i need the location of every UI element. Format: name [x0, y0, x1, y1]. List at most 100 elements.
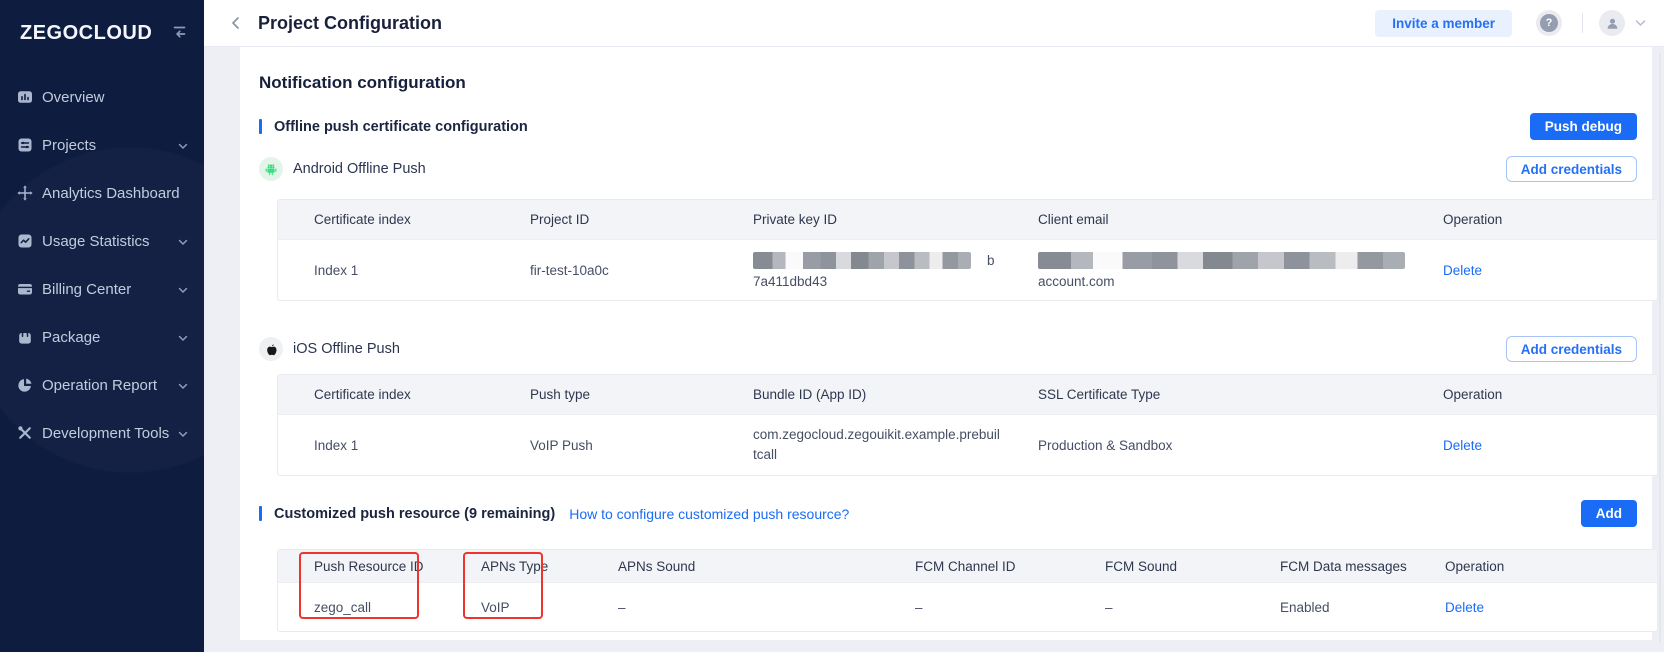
sidebar-item-operation-report[interactable]: Operation Report [0, 361, 204, 409]
sidebar-item-label: Overview [42, 89, 188, 106]
column-header: Certificate index [278, 200, 530, 239]
development-tools-icon [17, 425, 33, 441]
column-header: Bundle ID (App ID) [753, 375, 1038, 414]
column-header: FCM Sound [1105, 550, 1280, 582]
configure-help-link[interactable]: How to configure customized push resourc… [569, 506, 849, 522]
back-icon[interactable] [229, 16, 243, 30]
divider [1582, 13, 1583, 33]
table-row: zego_call VoIP – – – Enabled Delete [278, 582, 1657, 631]
android-offline-push-label: Android Offline Push [293, 161, 426, 177]
billing-center-icon [17, 281, 33, 297]
sidebar-item-label: Billing Center [42, 281, 174, 298]
sidebar-item-label: Operation Report [42, 377, 174, 394]
question-mark-icon: ? [1540, 14, 1558, 32]
sidebar-menu: Overview Projects Analytics Dashboard [0, 73, 204, 457]
android-icon [259, 157, 283, 181]
chevron-down-icon [178, 281, 188, 298]
user-icon [1605, 16, 1620, 31]
private-key-cell: b 7a411dbd43 [753, 239, 1038, 300]
page-title: Project Configuration [258, 13, 442, 34]
sidebar-logo-row: ZEGOCLOUD [0, 0, 204, 45]
chevron-down-icon [178, 233, 188, 250]
help-button[interactable]: ? [1536, 10, 1562, 36]
push-debug-button[interactable]: Push debug [1530, 113, 1637, 140]
column-header: Push type [530, 375, 753, 414]
customized-push-section-title: Customized push resource (9 remaining) [274, 506, 555, 522]
column-header: Push Resource ID [278, 550, 481, 582]
sidebar-item-billing-center[interactable]: Billing Center [0, 265, 204, 313]
column-header: FCM Data messages [1280, 550, 1445, 582]
offline-push-section-title: Offline push certificate configuration [274, 119, 528, 135]
ssl-certificate-type-cell: Production & Sandbox [1038, 414, 1443, 475]
column-header: Certificate index [278, 375, 530, 414]
sidebar-item-package[interactable]: Package [0, 313, 204, 361]
sidebar-item-analytics-dashboard[interactable]: Analytics Dashboard [0, 169, 204, 217]
sidebar-item-projects[interactable]: Projects [0, 121, 204, 169]
add-push-resource-button[interactable]: Add [1581, 500, 1637, 527]
column-header: FCM Channel ID [915, 550, 1105, 582]
notification-configuration-panel: Notification configuration Offline push … [240, 47, 1652, 640]
certificate-index-cell: Index 1 [278, 239, 530, 300]
column-header: APNs Type [481, 550, 618, 582]
ios-offline-push-label: iOS Offline Push [293, 341, 400, 357]
app-root: ZEGOCLOUD Overview Projects [0, 0, 1664, 652]
fcm-channel-id-cell: – [915, 582, 1105, 631]
apple-icon [259, 337, 283, 361]
sidebar-item-development-tools[interactable]: Development Tools [0, 409, 204, 457]
delete-link[interactable]: Delete [1443, 438, 1482, 453]
push-resource-id-cell: zego_call [278, 582, 481, 631]
ios-credentials-table: Certificate index Push type Bundle ID (A… [259, 374, 1637, 476]
zegocloud-logo: ZEGOCLOUD [20, 22, 152, 45]
sidebar-item-label: Analytics Dashboard [42, 185, 188, 202]
certificate-index-cell: Index 1 [278, 414, 530, 475]
chevron-down-icon [178, 425, 188, 442]
top-bar: Project Configuration Invite a member ? [204, 0, 1664, 47]
client-email-cell: account.com [1038, 239, 1443, 300]
android-credentials-table: Certificate index Project ID Private key… [259, 199, 1637, 301]
bundle-id-cell: com.zegocloud.zegouikit.example.prebuilt… [753, 414, 1038, 475]
table-header-row: Certificate index Project ID Private key… [278, 200, 1657, 239]
avatar[interactable] [1599, 10, 1625, 36]
sidebar-collapse-icon[interactable] [171, 23, 188, 44]
project-id-cell: fir-test-10a0c [530, 239, 753, 300]
projects-icon [17, 137, 33, 153]
usage-statistics-icon [17, 233, 33, 249]
apns-type-cell: VoIP [481, 582, 618, 631]
chevron-down-icon [178, 137, 188, 154]
table-header-row: Certificate index Push type Bundle ID (A… [278, 375, 1657, 414]
fcm-sound-cell: – [1105, 582, 1280, 631]
column-header: Project ID [530, 200, 753, 239]
column-header: Operation [1443, 200, 1657, 239]
column-header: APNs Sound [618, 550, 915, 582]
scrollbar[interactable] [1659, 53, 1661, 643]
table-row: Index 1 VoIP Push com.zegocloud.zegouiki… [278, 414, 1657, 475]
push-type-cell: VoIP Push [530, 414, 753, 475]
ios-add-credentials-button[interactable]: Add credentials [1506, 336, 1637, 362]
table-header-row: Push Resource ID APNs Type APNs Sound FC… [278, 550, 1657, 582]
android-add-credentials-button[interactable]: Add credentials [1506, 156, 1637, 182]
package-icon [17, 329, 33, 345]
account-chevron-down-icon[interactable] [1635, 19, 1646, 27]
invite-member-button[interactable]: Invite a member [1375, 10, 1512, 37]
redacted-blocks [753, 252, 971, 269]
sidebar: ZEGOCLOUD Overview Projects [0, 0, 204, 652]
delete-link[interactable]: Delete [1445, 600, 1484, 615]
column-header: Client email [1038, 200, 1443, 239]
section-accent-bar [259, 119, 262, 134]
chevron-down-icon [178, 377, 188, 394]
column-header: Private key ID [753, 200, 1038, 239]
sidebar-item-label: Package [42, 329, 174, 346]
delete-link[interactable]: Delete [1443, 263, 1482, 278]
sidebar-item-label: Development Tools [42, 425, 174, 442]
chevron-down-icon [178, 329, 188, 346]
offline-push-section-header: Offline push certificate configuration P… [259, 113, 1637, 140]
private-key-id: 7a411dbd43 [753, 274, 1038, 289]
sidebar-item-overview[interactable]: Overview [0, 73, 204, 121]
column-header: Operation [1445, 550, 1657, 582]
sidebar-item-label: Projects [42, 137, 174, 154]
section-accent-bar [259, 506, 262, 521]
sidebar-item-usage-statistics[interactable]: Usage Statistics [0, 217, 204, 265]
column-header: SSL Certificate Type [1038, 375, 1443, 414]
customized-push-section-header: Customized push resource (9 remaining) H… [259, 500, 1637, 527]
apns-sound-cell: – [618, 582, 915, 631]
